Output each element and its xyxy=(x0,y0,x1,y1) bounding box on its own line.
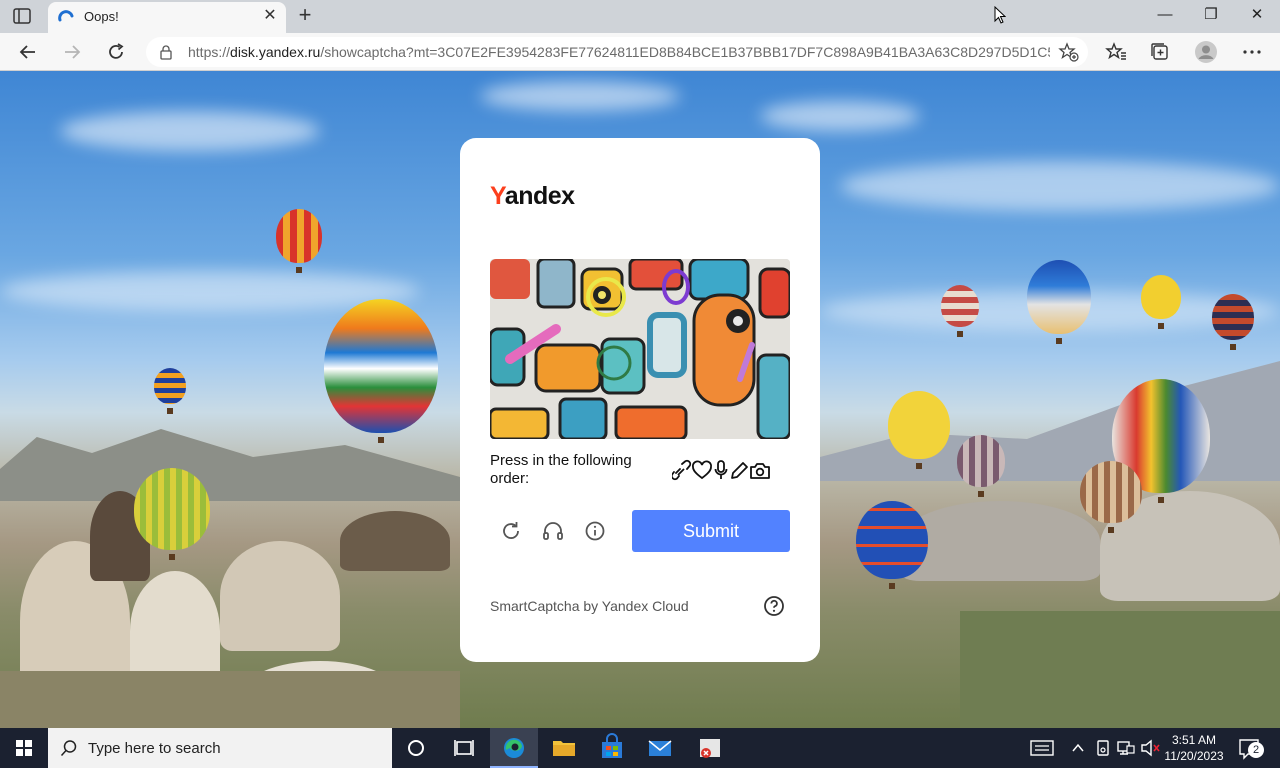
hot-air-balloon xyxy=(324,299,438,443)
taskbar-search-box[interactable]: Type here to search xyxy=(48,728,392,768)
hot-air-balloon xyxy=(1141,275,1181,329)
taskbar-clock[interactable]: 3:51 AM 11/20/2023 xyxy=(1162,732,1226,764)
help-icon[interactable] xyxy=(762,594,786,618)
info-icon[interactable] xyxy=(583,519,607,543)
cortana-icon[interactable] xyxy=(392,728,440,768)
mail-icon[interactable] xyxy=(636,728,684,768)
microphone-icon xyxy=(714,460,728,479)
back-button[interactable] xyxy=(16,40,40,64)
tab-actions-icon[interactable] xyxy=(12,7,34,25)
hot-air-balloon xyxy=(134,468,210,560)
hot-air-balloon xyxy=(1212,294,1254,350)
refresh-button[interactable] xyxy=(104,40,128,64)
collections-icon[interactable] xyxy=(1148,40,1172,64)
tab-title: Oops! xyxy=(84,9,119,24)
edge-taskbar-icon[interactable] xyxy=(490,728,538,768)
yandex-logo: Yandex xyxy=(490,182,575,210)
icon-order-sequence xyxy=(670,459,772,481)
hot-air-balloon xyxy=(1080,461,1142,533)
camera-icon xyxy=(750,463,770,479)
hot-air-balloon xyxy=(154,368,186,414)
captcha-prompt: Press in the following order: xyxy=(490,452,632,487)
task-view-icon[interactable] xyxy=(440,728,488,768)
notifications-icon[interactable]: 2 xyxy=(1236,728,1266,768)
windows-taskbar: Type here to search 3:51 AM 11/20/2023 2 xyxy=(0,728,1280,768)
smartcaptcha-footer: SmartCaptcha by Yandex Cloud xyxy=(490,598,689,614)
hot-air-balloon xyxy=(276,209,322,273)
captcha-card: Yandex Press in the following order: Sub… xyxy=(460,138,820,662)
tab-bar: Oops! ✕ + — ❐ ✕ xyxy=(0,0,1280,33)
app-error-icon[interactable] xyxy=(686,728,734,768)
show-hidden-icons-icon[interactable] xyxy=(1070,728,1086,768)
hot-air-balloon xyxy=(888,391,950,469)
submit-button[interactable]: Submit xyxy=(632,510,790,552)
clock-time: 3:51 AM xyxy=(1171,733,1217,747)
file-explorer-icon[interactable] xyxy=(540,728,588,768)
hot-air-balloon xyxy=(957,435,1005,497)
search-placeholder: Type here to search xyxy=(88,740,221,757)
url-text[interactable]: https://disk.yandex.ru/showcaptcha?mt=3C… xyxy=(188,44,1050,60)
volume-muted-icon[interactable] xyxy=(1140,728,1162,768)
browser-tab[interactable]: Oops! ✕ xyxy=(48,2,286,33)
browser-toolbar: https://disk.yandex.ru/showcaptcha?mt=3C… xyxy=(0,33,1280,71)
hot-air-balloon xyxy=(856,501,928,589)
notification-count-badge: 2 xyxy=(1248,742,1264,758)
search-icon xyxy=(60,739,78,757)
add-favorite-icon[interactable] xyxy=(1058,42,1080,62)
hot-air-balloon xyxy=(941,285,979,337)
captcha-image[interactable] xyxy=(490,259,790,439)
favorites-icon[interactable] xyxy=(1104,40,1128,64)
clock-date: 11/20/2023 xyxy=(1164,749,1224,763)
network-icon[interactable] xyxy=(1116,728,1136,768)
more-menu-icon[interactable] xyxy=(1240,40,1264,64)
refresh-captcha-icon[interactable] xyxy=(499,519,523,543)
close-tab-icon[interactable]: ✕ xyxy=(262,8,278,24)
profile-avatar[interactable] xyxy=(1194,40,1218,64)
mouse-cursor-icon xyxy=(994,5,1007,24)
store-icon[interactable] xyxy=(588,728,636,768)
new-tab-button[interactable]: + xyxy=(294,4,316,27)
device-icon[interactable] xyxy=(1094,728,1112,768)
lock-icon[interactable] xyxy=(158,44,174,60)
restore-button[interactable]: ❐ xyxy=(1188,0,1234,32)
start-button[interactable] xyxy=(0,728,48,768)
close-window-button[interactable]: ✕ xyxy=(1234,0,1280,32)
forward-button[interactable] xyxy=(60,40,84,64)
pencil-icon xyxy=(731,462,748,479)
link-icon xyxy=(670,459,692,481)
audio-captcha-icon[interactable] xyxy=(541,519,565,543)
minimize-button[interactable]: — xyxy=(1142,0,1188,32)
heart-icon xyxy=(692,460,712,480)
input-indicator-icon[interactable] xyxy=(1030,728,1054,768)
hot-air-balloon xyxy=(1027,260,1091,344)
address-bar[interactable]: https://disk.yandex.ru/showcaptcha?mt=3C… xyxy=(146,37,1088,67)
edge-loading-icon xyxy=(58,10,74,26)
